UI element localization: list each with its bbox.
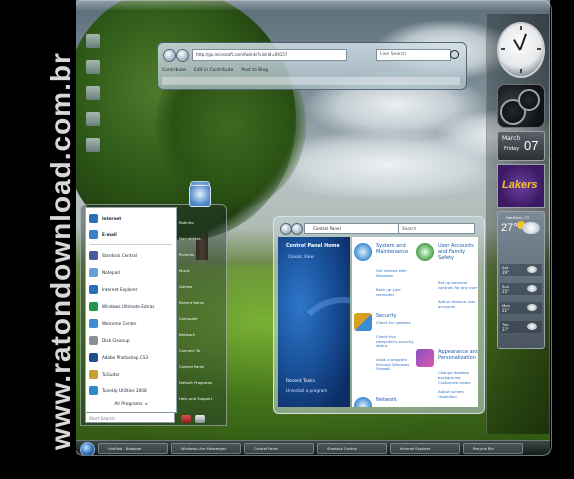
frame-border — [74, 0, 552, 456]
watermark-band: www.ratondownload.com.br — [0, 0, 76, 479]
frame-right — [550, 0, 574, 479]
desktop-screenshot: March Friday 07 Lakers Hartford, CT 27° … — [0, 0, 574, 479]
watermark-text: www.ratondownload.com.br — [45, 52, 76, 450]
frame-bottom — [0, 455, 574, 479]
